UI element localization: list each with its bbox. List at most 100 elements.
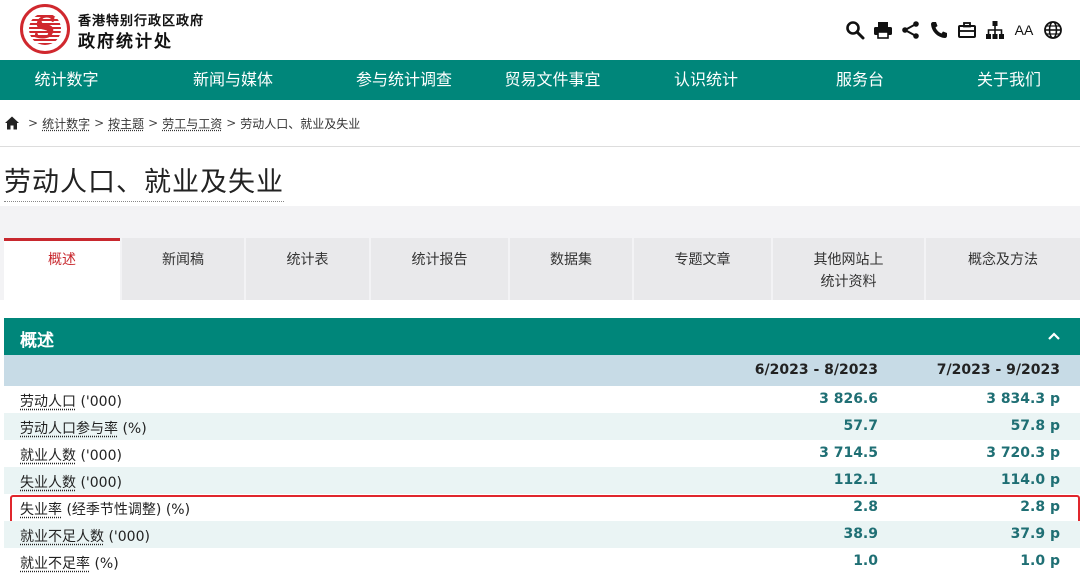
term-link[interactable]: 就业不足率 <box>20 556 90 572</box>
row-unit: ('000) <box>76 448 122 464</box>
row-unit: (经季节性调整) (%) <box>62 502 191 518</box>
row-label: 就业不足率 (%) <box>20 553 119 573</box>
share-icon[interactable] <box>900 19 922 41</box>
column-header-period1: 6/2023 - 8/2023 <box>754 362 878 378</box>
header-toolbar: AA <box>844 18 1064 42</box>
nav-item-service-desk[interactable]: 服务台 <box>782 60 938 100</box>
term-link[interactable]: 失业人数 <box>20 475 76 491</box>
tab-label-line2: 统计资料 <box>820 274 877 290</box>
title-band <box>0 206 1080 236</box>
cell-period1: 57.7 <box>843 418 878 434</box>
breadcrumb-labour-wages[interactable]: 劳工与工资 <box>162 115 222 132</box>
page-title: 劳动人口、就业及失业 <box>4 160 284 202</box>
tab-concepts-methods[interactable]: 概念及方法 <box>926 238 1080 300</box>
tab-tables[interactable]: 统计表 <box>246 238 369 300</box>
table-row: 劳动人口 ('000) 3 826.6 3 834.3 p <box>4 386 1080 413</box>
print-icon[interactable] <box>872 19 894 41</box>
cell-period1: 38.9 <box>843 526 878 542</box>
row-label: 失业率 (经季节性调整) (%) <box>20 499 190 519</box>
cell-period2: 57.8 p <box>1010 418 1060 434</box>
csd-logo[interactable]: S <box>20 4 70 54</box>
cell-period1: 1.0 <box>853 553 878 569</box>
cell-period2: 1.0 p <box>1020 553 1060 569</box>
cell-period2: 37.9 p <box>1010 526 1060 542</box>
tab-label: 概述 <box>48 252 76 268</box>
tab-label-line1: 其他网站上 <box>813 252 884 268</box>
font-size-toggle[interactable]: AA <box>1012 19 1036 41</box>
tab-label: 概念及方法 <box>968 252 1038 268</box>
tab-label: 统计报告 <box>411 252 468 268</box>
tab-label: 专题文章 <box>674 252 731 268</box>
row-unit: (%) <box>90 556 119 572</box>
phone-icon[interactable] <box>928 19 950 41</box>
cell-period2: 3 720.3 p <box>986 445 1060 461</box>
nav-item-trade-documents[interactable]: 贸易文件事宜 <box>475 60 630 100</box>
cell-period1: 112.1 <box>833 472 878 488</box>
row-label: 失业人数 ('000) <box>20 472 122 492</box>
table-row: 就业不足人数 ('000) 38.9 37.9 p <box>4 521 1080 548</box>
tab-press-releases[interactable]: 新闻稿 <box>122 238 244 300</box>
term-link[interactable]: 劳动人口 <box>20 394 76 410</box>
nav-item-about-us[interactable]: 关于我们 <box>938 60 1080 100</box>
overview-table: 劳动人口 ('000) 3 826.6 3 834.3 p 劳动人口参与率 (%… <box>4 386 1080 575</box>
tab-overview[interactable]: 概述 <box>4 238 120 300</box>
briefcase-icon[interactable] <box>956 19 978 41</box>
divider <box>0 146 1080 147</box>
column-header-period2: 7/2023 - 9/2023 <box>936 362 1060 378</box>
table-row: 就业不足率 (%) 1.0 1.0 p <box>4 548 1080 575</box>
term-link[interactable]: 就业人数 <box>20 448 76 464</box>
term-link[interactable]: 失业率 <box>20 502 62 518</box>
table-row: 失业人数 ('000) 112.1 114.0 p <box>4 467 1080 494</box>
home-icon[interactable] <box>4 115 20 131</box>
cell-period1: 3 826.6 <box>819 391 878 407</box>
breadcrumb-statistics[interactable]: 统计数字 <box>42 115 90 132</box>
logo-s-mark: S <box>34 11 56 46</box>
breadcrumb-separator: > <box>226 116 237 130</box>
chevron-up-icon[interactable] <box>1046 328 1062 344</box>
row-label: 劳动人口参与率 (%) <box>20 418 147 438</box>
row-unit: (%) <box>118 421 147 437</box>
tab-reports[interactable]: 统计报告 <box>371 238 508 300</box>
table-row-highlighted: 失业率 (经季节性调整) (%) 2.8 2.8 p <box>4 494 1080 524</box>
row-label: 劳动人口 ('000) <box>20 391 122 411</box>
tab-feature-articles[interactable]: 专题文章 <box>634 238 771 300</box>
tab-label: 新闻稿 <box>162 252 204 268</box>
cell-period2: 114.0 p <box>1000 472 1060 488</box>
tab-label: 统计表 <box>286 252 329 268</box>
tab-other-websites[interactable]: 其他网站上 统计资料 <box>773 238 924 300</box>
language-globe-icon[interactable] <box>1042 19 1064 41</box>
nav-item-press-media[interactable]: 新闻与媒体 <box>133 60 333 100</box>
breadcrumb-separator: > <box>94 116 105 130</box>
cell-period1: 3 714.5 <box>819 445 878 461</box>
tab-label: 数据集 <box>550 252 592 268</box>
row-unit: ('000) <box>76 475 122 491</box>
breadcrumb: > 统计数字 > 按主题 > 劳工与工资 > 劳动人口、就业及失业 <box>4 114 360 132</box>
sitemap-icon[interactable] <box>984 19 1006 41</box>
breadcrumb-separator: > <box>28 116 39 130</box>
row-label: 就业不足人数 ('000) <box>20 526 150 546</box>
table-row: 就业人数 ('000) 3 714.5 3 720.3 p <box>4 440 1080 467</box>
nav-item-surveys[interactable]: 参与统计调查 <box>333 60 475 100</box>
section-title: 概述 <box>20 331 54 351</box>
nav-item-statistics[interactable]: 统计数字 <box>0 60 133 100</box>
site-header: S 香港特别行政区政府 政府统计处 AA <box>0 0 1080 60</box>
row-unit: ('000) <box>76 394 122 410</box>
tab-datasets[interactable]: 数据集 <box>510 238 632 300</box>
nav-item-learn-statistics[interactable]: 认识统计 <box>630 60 782 100</box>
term-link[interactable]: 劳动人口参与率 <box>20 421 118 437</box>
search-icon[interactable] <box>844 19 866 41</box>
cell-period1: 2.8 <box>853 499 878 515</box>
table-header: 6/2023 - 8/2023 7/2023 - 9/2023 <box>4 355 1080 386</box>
cell-period2: 3 834.3 p <box>986 391 1060 407</box>
main-nav: 统计数字 新闻与媒体 参与统计调查 贸易文件事宜 认识统计 服务台 关于我们 <box>0 60 1080 100</box>
table-row: 劳动人口参与率 (%) 57.7 57.8 p <box>4 413 1080 440</box>
term-link[interactable]: 就业不足人数 <box>20 529 104 545</box>
breadcrumb-current: 劳动人口、就业及失业 <box>240 116 361 131</box>
row-label: 就业人数 ('000) <box>20 445 122 465</box>
overview-section-header[interactable]: 概述 <box>4 318 1080 355</box>
row-unit: ('000) <box>104 529 150 545</box>
tab-bar: 概述 新闻稿 统计表 统计报告 数据集 专题文章 其他网站上 统计资料 概念及方… <box>0 236 1080 300</box>
breadcrumb-separator: > <box>148 116 159 130</box>
org-name-line2: 政府统计处 <box>78 32 173 52</box>
breadcrumb-by-subject[interactable]: 按主题 <box>108 115 144 132</box>
